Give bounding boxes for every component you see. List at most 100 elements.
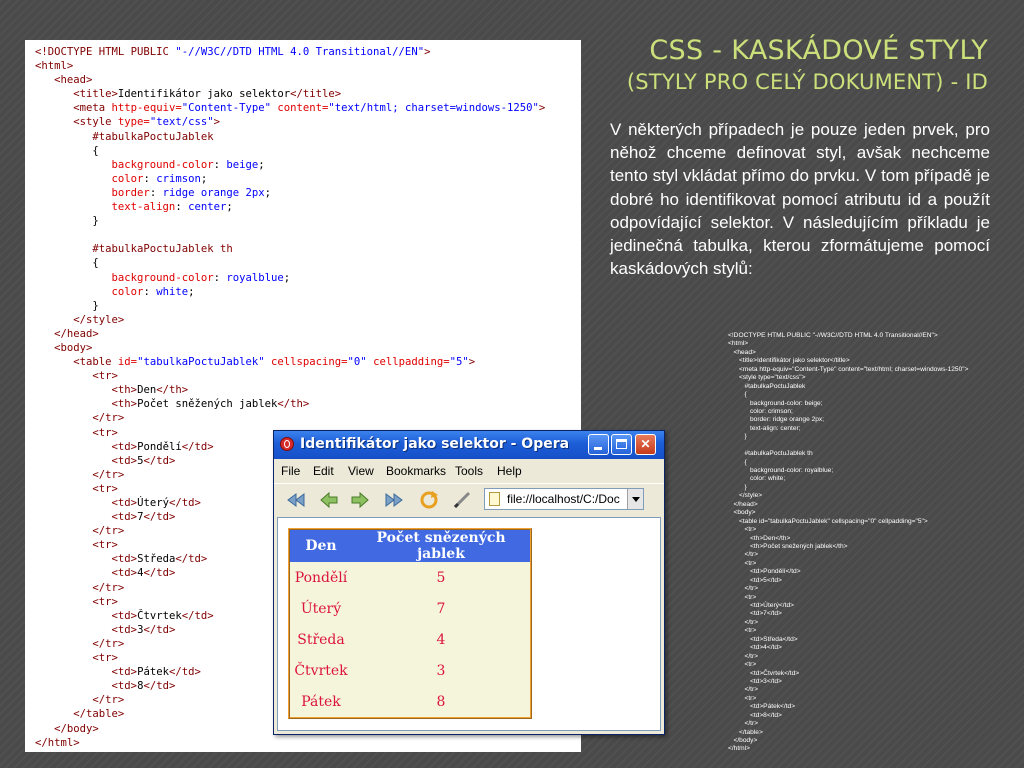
small-code-listing: <!DOCTYPE HTML PUBLIC "-//W3C//DTD HTML … [728,332,968,754]
code-token: Čtvrtek [137,609,182,622]
code-token: id= [117,356,138,369]
dropdown-arrow-icon[interactable] [627,489,643,509]
slide-title: CSS - KASKÁDOVÉ STYLY (STYLY PRO CELÝ DO… [627,34,988,96]
small-code-line: </style> [728,492,763,500]
menu-file[interactable]: File [281,464,300,478]
code-token: </td> [143,680,176,693]
code-token: > [424,46,431,58]
small-code-line: <!DOCTYPE HTML PUBLIC "-//W3C//DTD HTML … [728,332,938,339]
code-token: "Content-Type" [181,102,272,115]
minimize-button[interactable] [588,434,609,455]
code-token: <tr> [35,426,118,439]
menu-view[interactable]: View [348,464,374,478]
edit-icon[interactable] [452,490,472,510]
menu-tools[interactable]: Tools [455,464,483,478]
apple-count-table: Den Počet snězených jablek Pondělí 5 Úte… [288,528,532,719]
code-token: <td> [35,454,138,467]
code-token: <td> [35,680,138,693]
code-token: </style> [35,313,125,326]
window-titlebar[interactable]: Identifikátor jako selektor - Opera ✕ [274,431,664,459]
code-token: </td> [143,623,176,636]
code-token: ; [188,285,195,298]
toolbar: file://localhost/C:/Doc [274,483,664,516]
close-button[interactable]: ✕ [635,434,656,455]
small-code-line: </table> [728,728,763,736]
code-token: Pátek [137,666,169,679]
address-text[interactable]: file://localhost/C:/Doc [507,489,620,509]
code-line: <head> [35,73,581,87]
code-token: <meta [35,102,112,115]
code-token: <td> [35,623,138,636]
code-token: ridge orange 2px [162,186,265,199]
code-line: #tabulkaPoctuJablek [35,130,581,144]
back-arrow-icon[interactable] [319,490,339,510]
code-token: { [35,144,99,157]
code-token: <!DOCTYPE HTML PUBLIC [35,46,176,58]
code-token: <td> [35,497,138,509]
small-code-line: <td>3</td> [728,677,782,685]
code-token: <html> [35,60,74,73]
menu-edit[interactable]: Edit [313,464,334,478]
code-token: Identifikátor jako selektor [117,88,291,101]
table-row: Středa 4 [290,624,530,655]
menu-bookmarks[interactable]: Bookmarks [386,464,446,478]
maximize-button[interactable] [611,434,632,455]
code-token: border [35,186,150,199]
code-token: <style [35,116,118,129]
code-token: } [35,299,99,312]
address-bar[interactable]: file://localhost/C:/Doc [484,488,644,510]
menu-help[interactable]: Help [497,464,522,478]
code-token: crimson [156,172,201,185]
code-token: Středa [137,553,176,566]
code-token: "0" [347,356,367,369]
code-line: </html> [35,736,581,750]
code-token: <tr> [35,652,118,665]
code-line: <title>Identifikátor jako selektor</titl… [35,87,581,101]
reload-icon[interactable] [419,490,439,510]
fast-forward-icon[interactable] [384,490,404,510]
small-code-line: border: ridge orange 2px; [728,416,825,424]
page-icon [489,492,500,506]
code-token: color [35,172,144,185]
cell-count: 7 [436,600,446,617]
code-token: } [35,215,99,228]
small-code-line: <tr> [728,694,757,702]
code-token: </td> [143,454,176,467]
small-code-line: <td>7</td> [728,610,782,618]
small-code-line: { [728,458,747,466]
code-token: <th> [35,384,138,397]
code-token: beige [226,158,259,171]
small-code-line: <td>Pondělí</td> [728,568,801,576]
back-icon[interactable] [286,490,306,510]
cell-day: Čtvrtek [294,662,348,679]
cell-count: 3 [436,662,446,679]
small-code-line: #tabulkaPoctuJablek [728,382,806,390]
code-token: : [213,271,227,284]
code-token: Počet sněžených jablek [137,398,278,411]
code-token: </tr> [35,525,125,538]
code-token: > [538,102,546,115]
code-token: </td> [168,666,201,679]
app-icon[interactable] [280,437,294,451]
small-code-line: color: white; [728,475,786,483]
browser-window: Identifikátor jako selektor - Opera ✕ Fi… [273,430,665,735]
code-token: content= [271,102,329,115]
small-code-line: </body> [728,737,758,744]
code-token: <title> [35,88,118,101]
small-code-line: <td>Pátek</td> [728,703,796,711]
code-token: </html> [35,736,80,749]
code-token: </th> [156,384,189,397]
code-token: <table [35,356,118,369]
code-line: { [35,144,581,158]
table-row: Pátek 8 [290,686,530,717]
small-code-line: <body> [728,509,756,517]
code-token: </td> [143,511,176,524]
small-code-line: color: crimson; [728,407,793,415]
code-token: <tr> [35,370,118,383]
forward-icon[interactable] [350,490,370,510]
code-line: <meta http-equiv="Content-Type" content=… [35,101,581,115]
code-token: <tr> [35,595,118,608]
code-token: </td> [181,440,214,453]
code-token: > [213,116,220,129]
code-line: { [35,256,581,270]
